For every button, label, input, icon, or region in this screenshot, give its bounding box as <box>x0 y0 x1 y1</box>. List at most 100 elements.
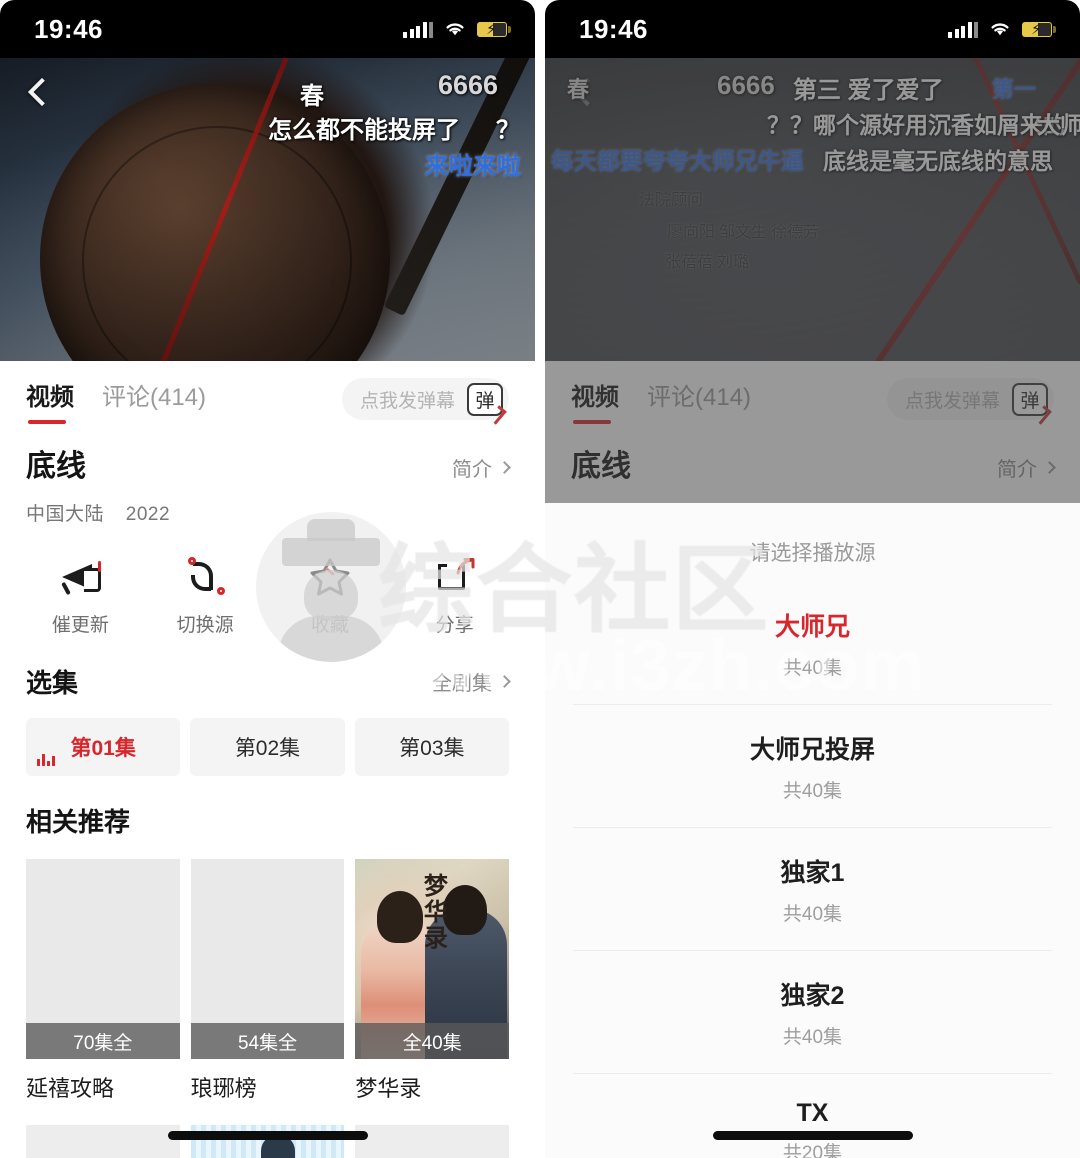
danmaku-toggle-button[interactable]: 弹 <box>1012 382 1048 416</box>
episode-count-badge: 全40集 <box>355 1023 510 1059</box>
status-icons: ⚡ <box>403 21 511 38</box>
video-vignette <box>545 58 1080 361</box>
title-row: 底线 简介 <box>545 423 1080 485</box>
source-episode-count: 共40集 <box>782 658 843 679</box>
recommend-list: 70集全 延禧攻略 54集全 琅琊榜 梦华录 全40集 梦华录 <box>0 839 535 1103</box>
brief-label: 简介 <box>452 459 492 481</box>
episode-list: 第01集 第02集 第03集 <box>0 700 535 776</box>
all-episodes-label: 全剧集 <box>432 673 492 695</box>
page-title: 底线 <box>26 450 86 483</box>
source-item[interactable]: TX 共20集 <box>545 1073 1080 1158</box>
episodes-section-header: 选集 全剧集 <box>0 637 535 700</box>
status-time: 19:46 <box>579 13 648 44</box>
danmaku-toggle-button[interactable]: 弹 <box>467 382 503 416</box>
action-label: 催更新 <box>51 615 109 636</box>
now-playing-icon <box>37 752 55 766</box>
episode-label: 第02集 <box>234 737 301 760</box>
brief-label: 简介 <box>997 459 1037 481</box>
meta-year: 2022 <box>125 504 171 525</box>
source-item[interactable]: 独家1 共40集 <box>545 827 1080 950</box>
signal-icon <box>948 21 978 38</box>
recommend-thumbnail: 梦华录 全40集 <box>355 859 510 1059</box>
episodes-title: 选集 <box>26 668 79 698</box>
recommend-card[interactable]: 梦华录 全40集 梦华录 <box>355 859 510 1103</box>
episode-count-badge: 54集全 <box>190 1023 345 1059</box>
chevron-right-icon <box>498 675 511 688</box>
episode-chip[interactable]: 第03集 <box>354 718 509 776</box>
source-episode-count: 共40集 <box>782 781 843 802</box>
tab-video[interactable]: 视频 <box>571 377 619 424</box>
status-icons: ⚡ <box>948 21 1056 38</box>
source-name: TX <box>796 1099 829 1127</box>
signal-icon <box>403 21 433 38</box>
all-episodes-link[interactable]: 全剧集 <box>432 667 511 696</box>
action-favorite[interactable]: 收藏 <box>268 556 393 637</box>
left-phone-panel: 19:46 ⚡ 春 6666 怎么都不能投屏了 ？ 来啦来啦 视频 评论(414… <box>0 0 535 1158</box>
recommend-title: 相关推荐 <box>26 807 131 837</box>
source-name: 独家1 <box>780 859 845 887</box>
right-phone-panel: 19:46 ⚡ 春 6666 第三 爱了爱了 第一 ？？哪个源好用沉香如屑来的 … <box>545 0 1080 1158</box>
screenshot-stage: 19:46 ⚡ 春 6666 怎么都不能投屏了 ？ 来啦来啦 视频 评论(414… <box>0 0 1080 1158</box>
tab-comments[interactable]: 评论(414) <box>102 377 206 422</box>
video-vignette <box>0 58 535 361</box>
brief-link[interactable]: 简介 <box>997 453 1056 482</box>
source-episode-count: 共20集 <box>782 1143 843 1158</box>
action-label: 分享 <box>435 615 474 636</box>
danmaku-entry[interactable]: 点我发弹幕 弹 <box>886 378 1054 420</box>
recommend-card[interactable]: 70集全 延禧攻略 <box>26 859 180 1103</box>
content-tabs: 视频 评论(414) 点我发弹幕 弹 <box>0 361 535 424</box>
recommend-card[interactable]: 54集全 琅琊榜 <box>190 859 345 1103</box>
episode-chip[interactable]: 第01集 <box>26 718 181 776</box>
action-switch-source[interactable]: 切换源 <box>143 556 268 637</box>
switch-source-icon <box>183 556 227 596</box>
battery-charging-icon: ⚡ <box>1022 21 1056 38</box>
action-share[interactable]: 分享 <box>392 556 517 637</box>
meta-region: 中国大陆 <box>26 504 105 525</box>
danmaku-input-placeholder[interactable]: 点我发弹幕 <box>905 386 1000 413</box>
episode-label: 第01集 <box>70 737 136 760</box>
recommend-card[interactable] <box>190 1125 345 1158</box>
danmaku-input-placeholder[interactable]: 点我发弹幕 <box>360 386 455 413</box>
source-episode-count: 共40集 <box>782 904 843 925</box>
title-row: 底线 简介 <box>0 423 535 485</box>
home-indicator <box>712 1131 913 1140</box>
tab-comments[interactable]: 评论(414) <box>647 377 751 422</box>
action-label: 收藏 <box>310 615 349 636</box>
danmaku-entry[interactable]: 点我发弹幕 弹 <box>341 378 509 420</box>
source-name: 大师兄投屏 <box>749 736 875 764</box>
star-icon <box>308 556 352 596</box>
chevron-right-icon <box>498 461 511 474</box>
action-label: 切换源 <box>176 615 234 636</box>
source-name: 独家2 <box>780 982 845 1010</box>
battery-charging-icon: ⚡ <box>477 21 511 38</box>
source-name: 大师兄 <box>774 613 850 641</box>
episode-count-badge: 70集全 <box>26 1023 180 1059</box>
episode-label: 第03集 <box>399 737 465 760</box>
recommend-section-header: 相关推荐 <box>0 776 535 839</box>
share-icon <box>433 556 477 596</box>
recommend-name: 延禧攻略 <box>26 1076 115 1101</box>
recommend-card[interactable] <box>26 1125 180 1158</box>
action-remind-update[interactable]: 催更新 <box>18 556 143 637</box>
recommend-name: 梦华录 <box>355 1076 422 1101</box>
episode-chip[interactable]: 第02集 <box>190 718 345 776</box>
source-item[interactable]: 大师兄 共40集 <box>545 581 1080 704</box>
brief-link[interactable]: 简介 <box>452 453 511 482</box>
wifi-icon <box>446 23 464 36</box>
source-list: 大师兄 共40集 大师兄投屏 共40集 独家1 共40集 独家2 共40集 TX <box>545 581 1080 1158</box>
action-bar: 催更新 切换源 收藏 分享 <box>0 526 535 637</box>
tab-video[interactable]: 视频 <box>26 377 74 424</box>
video-player[interactable]: 春 6666 怎么都不能投屏了 ？ 来啦来啦 <box>0 58 535 361</box>
status-bar: 19:46 ⚡ <box>545 0 1080 58</box>
chevron-right-icon <box>1043 461 1056 474</box>
recommend-card[interactable] <box>355 1125 510 1158</box>
content-tabs: 视频 评论(414) 点我发弹幕 弹 <box>545 361 1080 424</box>
video-player[interactable]: 春 6666 第三 爱了爱了 第一 ？？哪个源好用沉香如屑来的 大师 每天都要夸… <box>545 58 1080 361</box>
source-item[interactable]: 独家2 共40集 <box>545 950 1080 1073</box>
source-item[interactable]: 大师兄投屏 共40集 <box>545 704 1080 827</box>
page-title: 底线 <box>571 450 631 483</box>
recommend-thumbnail: 54集全 <box>190 859 345 1059</box>
source-episode-count: 共40集 <box>782 1027 843 1048</box>
megaphone-icon <box>58 556 102 596</box>
recommend-thumbnail: 70集全 <box>26 859 180 1059</box>
